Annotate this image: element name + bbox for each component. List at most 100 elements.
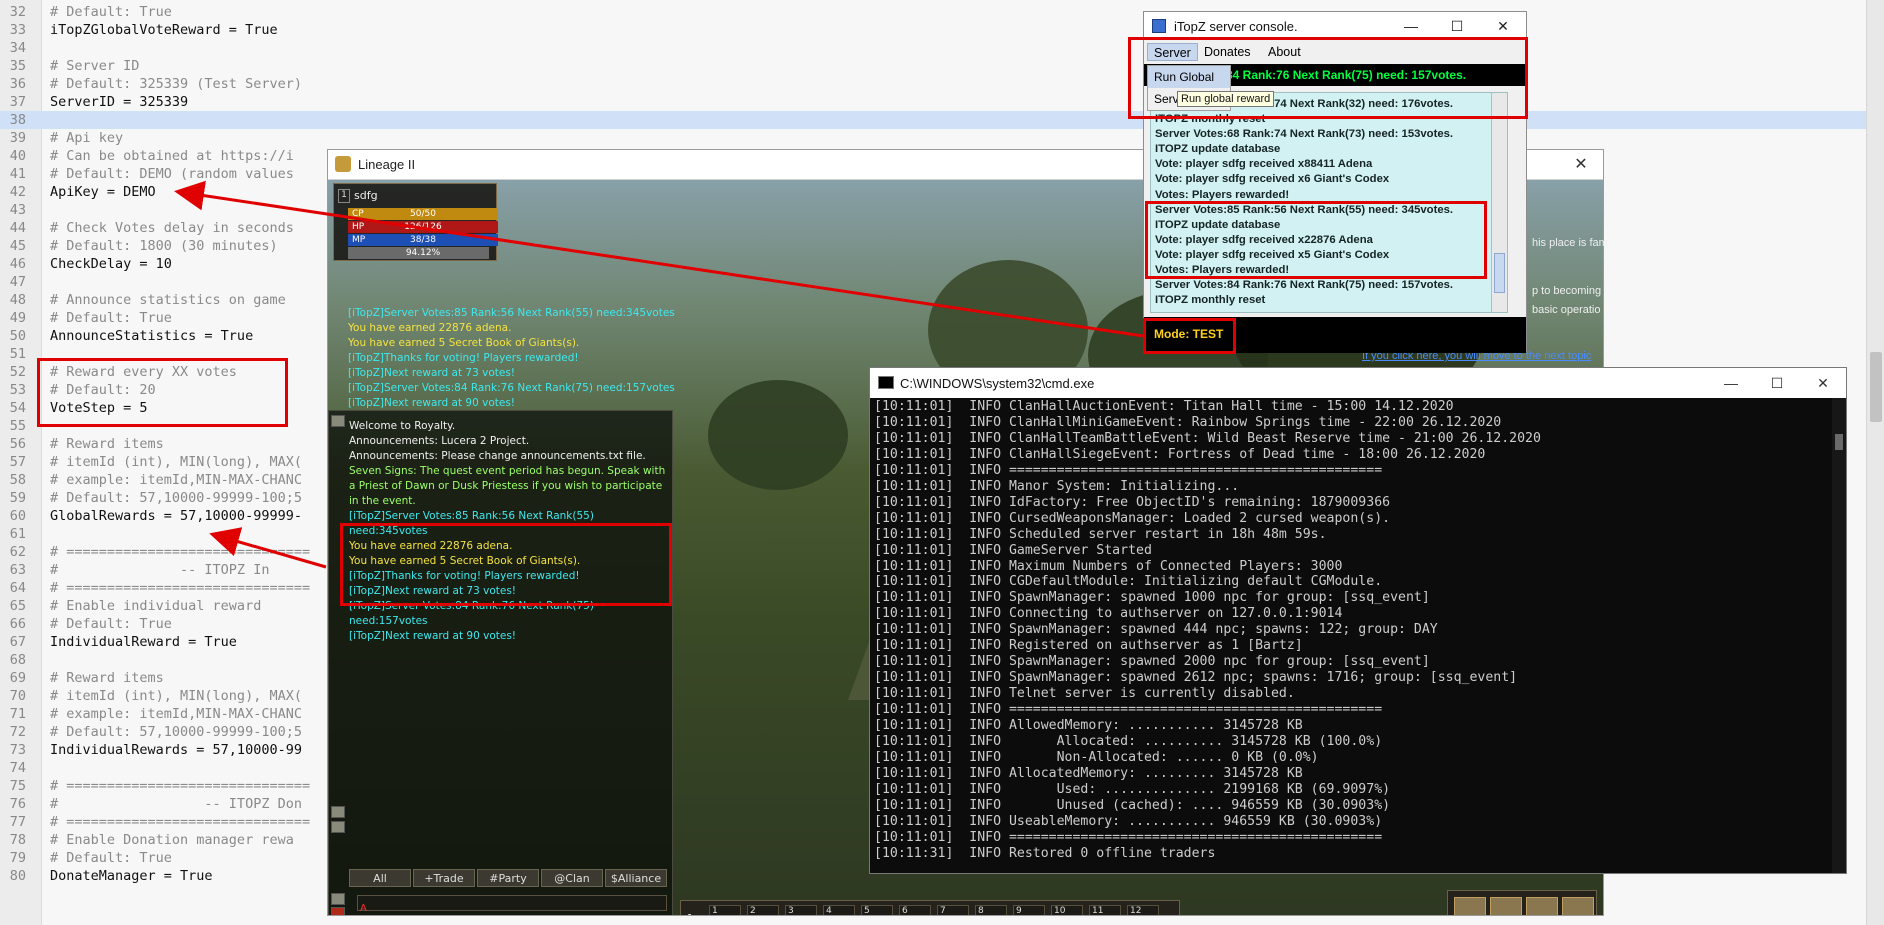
editor-line[interactable]: 70 # itemId (int), MIN(long), MAX( <box>0 687 302 705</box>
chat-options-button[interactable] <box>331 893 345 905</box>
chat-tabs[interactable]: All +Trade #Party @Clan $Alliance <box>329 869 674 887</box>
editor-line[interactable]: 36 # Default: 325339 (Test Server) <box>0 75 302 93</box>
chat-input[interactable]: A <box>357 895 667 914</box>
hotbar[interactable]: 1 123456789101112 <box>680 900 1180 915</box>
editor-line[interactable]: 63 # -- ITOPZ In <box>0 561 270 579</box>
editor-line[interactable]: 72 # Default: 57,10000-99999-100;5 <box>0 723 302 741</box>
itopz-close-button[interactable]: ✕ <box>1480 12 1526 40</box>
editor-scrollbar[interactable] <box>1866 0 1884 925</box>
editor-line[interactable]: 58 # example: itemId,MIN-MAX-CHANC <box>0 471 302 489</box>
line-code[interactable]: # Default: True <box>38 616 172 632</box>
editor-line[interactable]: 45 # Default: 1800 (30 minutes) <box>0 237 278 255</box>
itopz-minimize-button[interactable]: — <box>1388 12 1434 40</box>
editor-line[interactable]: 64 # ============================== <box>0 579 310 597</box>
editor-line[interactable]: 48 # Announce statistics on game <box>0 291 286 309</box>
editor-line[interactable]: 38 <box>0 111 1884 129</box>
line-code[interactable]: # Reward items <box>38 436 164 452</box>
line-code[interactable]: GlobalRewards = 57,10000-99999- <box>38 508 302 524</box>
line-code[interactable]: # Enable Donation manager rewa <box>38 832 294 848</box>
line-code[interactable]: # Default: DEMO (random values <box>38 166 294 182</box>
editor-line[interactable]: 47 <box>0 273 50 291</box>
hotbar-slot[interactable]: 1 <box>709 905 741 915</box>
map-icon[interactable] <box>1526 897 1558 915</box>
editor-line[interactable]: 67 IndividualReward = True <box>0 633 237 651</box>
editor-line[interactable]: 65 # Enable individual reward <box>0 597 262 615</box>
line-code[interactable]: # Default: True <box>38 310 172 326</box>
line-code[interactable]: # ============================== <box>38 580 310 596</box>
line-code[interactable]: IndividualReward = True <box>38 634 237 650</box>
line-code[interactable]: # -- ITOPZ In <box>38 562 269 578</box>
line-code[interactable]: iTopZGlobalVoteReward = True <box>38 22 278 38</box>
editor-line[interactable]: 32 # Default: True <box>0 3 172 21</box>
chat-tab[interactable]: #Party <box>477 869 539 887</box>
line-code[interactable] <box>38 760 50 776</box>
cmd-scrollbar[interactable] <box>1832 398 1846 873</box>
itopz-titlebar[interactable]: iTopZ server console. — ☐ ✕ <box>1144 12 1526 40</box>
chat-tab[interactable]: +Trade <box>413 869 475 887</box>
line-code[interactable]: AnnounceStatistics = True <box>38 328 253 344</box>
line-code[interactable] <box>38 526 50 542</box>
cmd-console-output[interactable]: [10:11:01] INFO ClanHallAuctionEvent: Ti… <box>874 399 1832 873</box>
editor-line[interactable]: 59 # Default: 57,10000-99999-100;5 <box>0 489 302 507</box>
itopz-log-scroll-thumb[interactable] <box>1494 253 1505 293</box>
line-code[interactable]: # Default: 57,10000-99999-100;5 <box>38 724 302 740</box>
editor-line[interactable]: 49 # Default: True <box>0 309 172 327</box>
line-code[interactable]: # ============================== <box>38 544 310 560</box>
hotbar-slot[interactable]: 6 <box>899 905 931 915</box>
line-code[interactable]: # Can be obtained at https://i <box>38 148 294 164</box>
line-code[interactable]: # Default: True <box>38 4 172 20</box>
line-code[interactable] <box>38 652 50 668</box>
hotbar-slot[interactable]: 9 <box>1013 905 1045 915</box>
editor-line[interactable]: 77 # ============================== <box>0 813 310 831</box>
cmd-scroll-thumb[interactable] <box>1835 434 1843 450</box>
editor-line[interactable]: 50 AnnounceStatistics = True <box>0 327 253 345</box>
chat-tab[interactable]: @Clan <box>541 869 603 887</box>
hotbar-slot[interactable]: 3 <box>785 905 817 915</box>
line-code[interactable]: # Announce statistics on game <box>38 292 286 308</box>
editor-scroll-thumb[interactable] <box>1870 352 1882 422</box>
editor-line[interactable]: 57 # itemId (int), MIN(long), MAX( <box>0 453 302 471</box>
editor-line[interactable]: 37 ServerID = 325339 <box>0 93 188 111</box>
line-code[interactable] <box>38 274 50 290</box>
editor-line[interactable]: 42 ApiKey = DEMO <box>0 183 156 201</box>
line-code[interactable]: # Reward items <box>38 670 164 686</box>
editor-line[interactable]: 33 iTopZGlobalVoteReward = True <box>0 21 278 39</box>
editor-line[interactable]: 66 # Default: True <box>0 615 172 633</box>
inventory-icon[interactable] <box>1490 897 1522 915</box>
line-code[interactable]: # Api key <box>38 130 123 146</box>
editor-line[interactable]: 44 # Check Votes delay in seconds <box>0 219 294 237</box>
line-code[interactable]: # Check Votes delay in seconds <box>38 220 294 236</box>
line-code[interactable]: # example: itemId,MIN-MAX-CHANC <box>38 472 302 488</box>
cmd-maximize-button[interactable]: ☐ <box>1754 368 1800 398</box>
editor-line[interactable]: 80 DonateManager = True <box>0 867 213 885</box>
editor-line[interactable]: 76 # -- ITOPZ Don <box>0 795 302 813</box>
cmd-close-button[interactable]: ✕ <box>1800 368 1846 398</box>
editor-line[interactable]: 56 # Reward items <box>0 435 164 453</box>
line-code[interactable] <box>38 112 50 128</box>
line-code[interactable]: # ============================== <box>38 814 310 830</box>
line-code[interactable]: # Server ID <box>38 58 139 74</box>
editor-line[interactable]: 73 IndividualRewards = 57,10000-99 <box>0 741 302 759</box>
editor-line[interactable]: 34 <box>0 39 50 57</box>
chat-scroll-end[interactable] <box>331 821 345 833</box>
line-code[interactable]: # Default: 1800 (30 minutes) <box>38 238 278 254</box>
line-code[interactable]: # example: itemId,MIN-MAX-CHANC <box>38 706 302 722</box>
editor-line[interactable]: 39 # Api key <box>0 129 123 147</box>
editor-line[interactable]: 46 CheckDelay = 10 <box>0 255 172 273</box>
hotbar-slot[interactable]: 5 <box>861 905 893 915</box>
hotbar-slot[interactable]: 2 <box>747 905 779 915</box>
itopz-maximize-button[interactable]: ☐ <box>1434 12 1480 40</box>
lineage-close-button[interactable]: ✕ <box>1559 150 1603 180</box>
line-code[interactable]: CheckDelay = 10 <box>38 256 172 272</box>
line-code[interactable]: # ============================== <box>38 778 310 794</box>
chat-window[interactable]: Welcome to Royalty. Announcements: Lucera… <box>328 410 673 915</box>
editor-line[interactable]: 75 # ============================== <box>0 777 310 795</box>
editor-line[interactable]: 35 # Server ID <box>0 57 140 75</box>
editor-line[interactable]: 78 # Enable Donation manager rewa <box>0 831 294 849</box>
line-code[interactable]: # Default: True <box>38 850 172 866</box>
line-code[interactable]: DonateManager = True <box>38 868 213 884</box>
editor-line[interactable]: 62 # ============================== <box>0 543 310 561</box>
line-code[interactable]: ServerID = 325339 <box>38 94 188 110</box>
editor-line[interactable]: 69 # Reward items <box>0 669 164 687</box>
line-code[interactable]: ApiKey = DEMO <box>38 184 156 200</box>
